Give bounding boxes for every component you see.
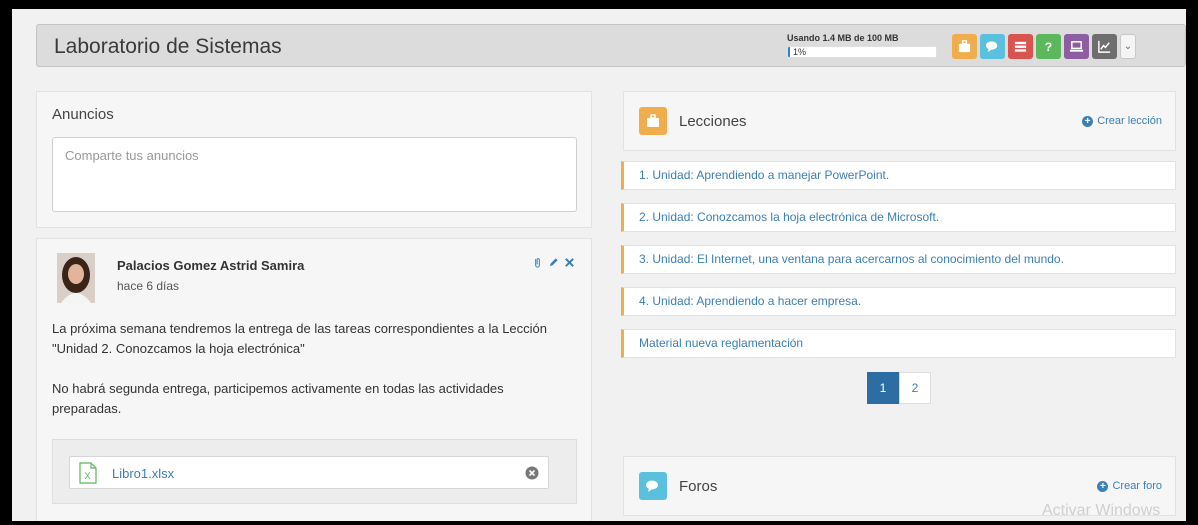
stats-tool-button[interactable]: [1092, 34, 1117, 59]
laptop-tool-button[interactable]: [1064, 34, 1089, 59]
plus-icon: +: [1097, 480, 1109, 492]
pagination: 1 2: [867, 372, 931, 404]
lesson-item[interactable]: Material nueva reglamentación: [621, 329, 1176, 358]
create-forum-label: Crear foro: [1112, 480, 1162, 492]
create-lesson-label: Crear lección: [1097, 115, 1162, 127]
close-icon[interactable]: [564, 257, 575, 268]
forums-title: Foros: [679, 478, 718, 495]
briefcase-icon: [639, 107, 667, 135]
excel-file-icon: X: [79, 462, 97, 484]
storage-fill: [788, 47, 791, 57]
post-time: hace 6 días: [117, 279, 180, 293]
plus-icon: +: [1082, 115, 1094, 127]
attachment-item[interactable]: X Libro1.xlsx: [69, 456, 549, 489]
question-icon: ?: [1045, 40, 1052, 54]
post-body: La próxima semana tendremos la entrega d…: [52, 319, 572, 419]
lesson-item[interactable]: 1. Unidad: Aprendiendo a manejar PowerPo…: [621, 161, 1176, 190]
create-lesson-button[interactable]: + Crear lección: [1082, 115, 1162, 127]
course-title: Laboratorio de Sistemas: [54, 35, 282, 58]
svg-text:X: X: [84, 471, 90, 481]
storage-bar: 1%: [787, 46, 937, 58]
forums-tool-button[interactable]: [980, 34, 1005, 59]
lesson-item[interactable]: 3. Unidad: El Internet, una ventana para…: [621, 245, 1176, 274]
pencil-icon[interactable]: [548, 257, 559, 268]
lesson-item[interactable]: 4. Unidad: Aprendiendo a hacer empresa.: [621, 287, 1176, 316]
windows-activation-watermark: Activar Windows: [1042, 502, 1161, 519]
chart-icon: [1098, 40, 1111, 53]
lessons-tool-button[interactable]: [952, 34, 977, 59]
post-paragraph: La próxima semana tendremos la entrega d…: [52, 321, 548, 356]
chat-icon: [985, 41, 998, 53]
storage-percent: 1%: [793, 47, 807, 57]
lesson-item[interactable]: 2. Unidad: Conozcamos la hoja electrónic…: [621, 203, 1176, 232]
laptop-icon: [1069, 41, 1084, 52]
lesson-list: 1. Unidad: Aprendiendo a manejar PowerPo…: [621, 161, 1176, 371]
announcements-panel: Anuncios Comparte tus anuncios: [36, 91, 592, 228]
storage-text: Usando 1.4 MB de 100 MB: [787, 33, 899, 43]
remove-attachment-icon[interactable]: [525, 466, 539, 480]
post-author[interactable]: Palacios Gomez Astrid Samira: [117, 258, 304, 273]
announcement-post: Palacios Gomez Astrid Samira hace 6 días…: [36, 238, 592, 521]
lessons-panel: Lecciones + Crear lección: [623, 91, 1176, 151]
screen: Laboratorio de Sistemas Usando 1.4 MB de…: [12, 9, 1186, 521]
chat-icon: [639, 472, 667, 500]
list-icon: [1014, 41, 1027, 52]
svg-text:?: ?: [1045, 40, 1052, 54]
attachments: X Libro1.xlsx: [52, 439, 577, 504]
attachment-name[interactable]: Libro1.xlsx: [112, 466, 174, 481]
announcement-input[interactable]: Comparte tus anuncios: [52, 137, 577, 212]
course-header: Laboratorio de Sistemas Usando 1.4 MB de…: [36, 24, 1186, 67]
lessons-title: Lecciones: [679, 113, 747, 130]
list-tool-button[interactable]: [1008, 34, 1033, 59]
page-1-button[interactable]: 1: [867, 372, 899, 404]
paperclip-icon[interactable]: [532, 257, 543, 268]
toolbar: ? ⌄: [952, 34, 1136, 59]
storage-usage: Usando 1.4 MB de 100 MB 1%: [787, 33, 937, 58]
page-2-button[interactable]: 2: [899, 372, 931, 404]
briefcase-icon: [958, 40, 971, 53]
help-tool-button[interactable]: ?: [1036, 34, 1061, 59]
post-actions: [532, 257, 575, 268]
avatar: [57, 253, 95, 303]
create-forum-button[interactable]: + Crear foro: [1097, 480, 1162, 492]
post-paragraph: No habrá segunda entrega, participemos a…: [52, 381, 504, 416]
chevron-down-icon[interactable]: ⌄: [1120, 34, 1136, 59]
announcements-title: Anuncios: [52, 106, 114, 123]
